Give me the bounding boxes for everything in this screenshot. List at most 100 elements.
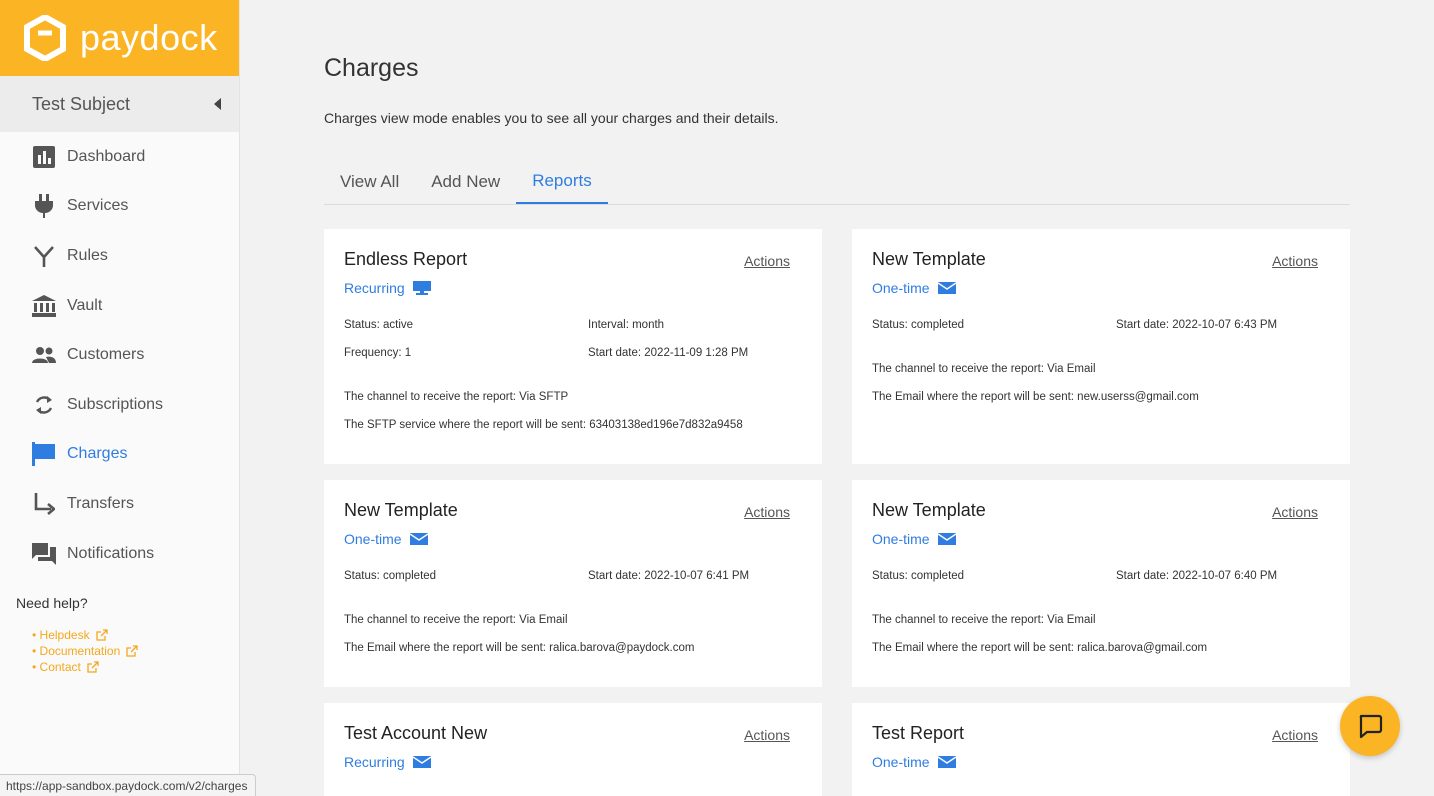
report-channel: The channel to receive the report: Via S…: [344, 391, 569, 403]
help-section: Need help? • Helpdesk • Documentation • …: [16, 595, 138, 675]
refresh-icon: [32, 393, 56, 417]
report-start-date: Start date: 2022-10-07 6:40 PM: [1116, 570, 1278, 582]
chat-bubbles-icon: [32, 542, 56, 566]
report-card: New Template Actions One-time Status: co…: [324, 480, 822, 687]
paydock-logo-icon: [24, 15, 66, 61]
report-type-label: Recurring: [344, 754, 405, 770]
report-card: Test Report Actions One-time: [852, 703, 1350, 796]
report-status: Status: completed: [344, 570, 437, 582]
report-type: One-time: [872, 280, 956, 296]
report-title: New Template: [344, 500, 458, 520]
plug-icon: [32, 194, 56, 219]
report-type-label: One-time: [872, 754, 930, 770]
sidebar-item-dashboard[interactable]: Dashboard: [0, 132, 239, 182]
report-start-date: Start date: 2022-10-07 6:43 PM: [1116, 319, 1278, 331]
sftp-monitor-icon: [412, 281, 431, 295]
report-start-date: Start date: 2022-11-09 1:28 PM: [588, 347, 749, 359]
support-chat-button[interactable]: [1340, 696, 1400, 756]
helpdesk-link[interactable]: • Helpdesk: [32, 627, 138, 643]
sidebar-item-services[interactable]: Services: [0, 182, 239, 232]
tab-reports[interactable]: Reports: [516, 160, 608, 204]
account-name: Test Subject: [32, 93, 131, 114]
sidebar-item-label: Vault: [67, 296, 103, 314]
chat-bubble-icon: [1359, 714, 1383, 739]
bar-chart-icon: [32, 145, 56, 169]
brand-name: paydock: [80, 17, 218, 58]
report-interval: Interval: month: [588, 319, 665, 331]
actions-link[interactable]: Actions: [1272, 504, 1318, 520]
report-title: Test Report: [872, 723, 965, 743]
tab-view-all[interactable]: View All: [324, 160, 415, 204]
report-title: Test Account New: [344, 723, 488, 743]
report-channel: The channel to receive the report: Via E…: [872, 614, 1096, 626]
sidebar-item-label: Dashboard: [67, 147, 146, 165]
sidebar-item-label: Notifications: [67, 544, 155, 562]
envelope-icon: [937, 282, 956, 294]
help-link-label: • Helpdesk: [32, 628, 90, 642]
sidebar-item-transfers[interactable]: Transfers: [0, 479, 239, 529]
page-description: Charges view mode enables you to see all…: [324, 110, 779, 126]
report-type: One-time: [872, 754, 956, 770]
sidebar-item-label: Transfers: [67, 494, 134, 512]
sidebar-item-charges[interactable]: Charges: [0, 430, 239, 480]
report-card: Endless Report Actions Recurring Status:…: [324, 229, 822, 464]
report-start-date: Start date: 2022-10-07 6:41 PM: [588, 570, 750, 582]
report-destination: The SFTP service where the report will b…: [344, 419, 743, 431]
actions-link[interactable]: Actions: [744, 253, 790, 269]
report-destination: The Email where the report will be sent:…: [344, 642, 695, 654]
report-type: One-time: [872, 531, 956, 547]
report-status: Status: completed: [872, 319, 965, 331]
help-link-label: • Documentation: [32, 644, 121, 658]
report-channel: The channel to receive the report: Via E…: [872, 363, 1096, 375]
report-channel: The channel to receive the report: Via E…: [344, 614, 568, 626]
charges-tabs: View All Add New Reports: [324, 160, 1350, 205]
report-type-label: One-time: [344, 531, 402, 547]
page-title: Charges: [324, 54, 419, 82]
actions-link[interactable]: Actions: [744, 504, 790, 520]
external-link-icon: [95, 629, 108, 641]
sidebar-item-label: Charges: [67, 445, 128, 463]
logo-bar[interactable]: paydock: [0, 0, 239, 76]
report-type-label: One-time: [872, 531, 930, 547]
sidebar-item-vault[interactable]: Vault: [0, 281, 239, 331]
envelope-icon: [937, 756, 956, 768]
actions-link[interactable]: Actions: [744, 727, 790, 743]
actions-link[interactable]: Actions: [1272, 727, 1318, 743]
sidebar-item-label: Subscriptions: [67, 395, 164, 413]
help-title: Need help?: [16, 595, 88, 611]
bank-icon: [32, 294, 56, 318]
contact-link[interactable]: • Contact: [32, 659, 138, 675]
envelope-icon: [409, 533, 428, 545]
report-destination: The Email where the report will be sent:…: [872, 391, 1199, 403]
tab-add-new[interactable]: Add New: [415, 160, 516, 204]
documentation-link[interactable]: • Documentation: [32, 643, 138, 659]
help-link-label: • Contact: [32, 660, 81, 674]
sidebar-item-subscriptions[interactable]: Subscriptions: [0, 380, 239, 430]
sidebar-item-customers[interactable]: Customers: [0, 330, 239, 380]
report-title: New Template: [872, 249, 986, 269]
account-switcher[interactable]: Test Subject: [0, 76, 239, 132]
report-type-label: Recurring: [344, 280, 405, 296]
sidebar-item-label: Rules: [67, 246, 108, 264]
people-icon: [32, 343, 56, 367]
sidebar-item-rules[interactable]: Rules: [0, 231, 239, 281]
report-type: Recurring: [344, 280, 431, 296]
report-title: New Template: [872, 500, 986, 520]
report-type-label: One-time: [872, 280, 930, 296]
report-title: Endless Report: [344, 249, 468, 269]
report-card: New Template Actions One-time Status: co…: [852, 229, 1350, 464]
sidebar-item-label: Customers: [67, 346, 145, 364]
sidebar-item-notifications[interactable]: Notifications: [0, 529, 239, 579]
report-frequency: Frequency: 1: [344, 347, 412, 359]
collapse-caret-icon[interactable]: [214, 98, 221, 110]
external-link-icon: [126, 645, 138, 657]
sidebar-nav: Dashboard Services Rules Vault Customers: [0, 132, 239, 578]
sidebar-item-label: Services: [67, 197, 129, 215]
external-link-icon: [87, 661, 99, 673]
actions-link[interactable]: Actions: [1272, 253, 1318, 269]
report-type: One-time: [344, 531, 428, 547]
sidebar: paydock Test Subject Dashboard Services …: [0, 0, 240, 796]
split-icon: [32, 244, 56, 268]
envelope-icon: [412, 756, 431, 768]
report-status: Status: active: [344, 319, 414, 331]
